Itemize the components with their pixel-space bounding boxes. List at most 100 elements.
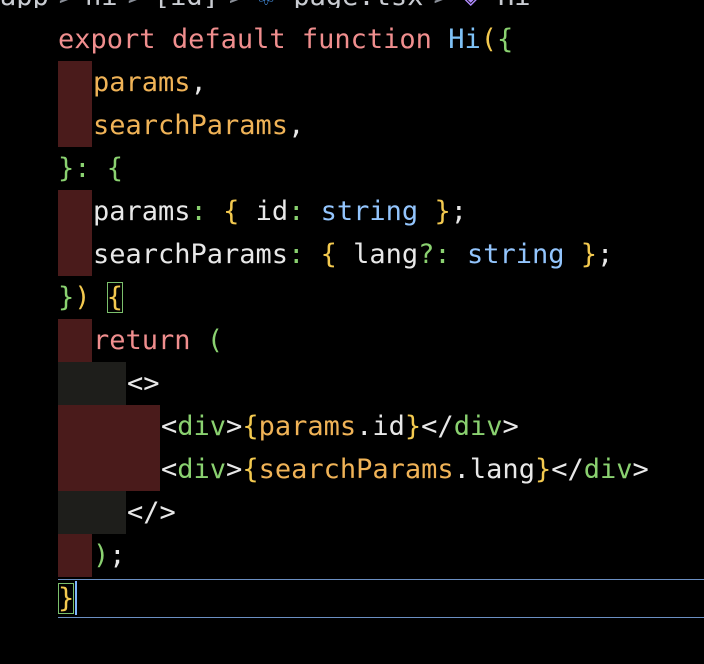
- breadcrumb: app>hi>[id]>⚛ page.tsx>◈ Hi: [0, 0, 704, 8]
- breadcrumb-separator: >: [49, 0, 85, 8]
- code-token: div: [177, 454, 227, 485]
- code-line[interactable]: searchParams,: [0, 104, 704, 147]
- breadcrumb-separator: >: [118, 0, 154, 8]
- code-token: id: [239, 196, 289, 227]
- indent-guide: [58, 233, 92, 276]
- code-token: searchParams: [93, 239, 289, 270]
- code-token: :: [288, 239, 305, 270]
- code-line[interactable]: params: { id: string };: [0, 190, 704, 233]
- code-token: <: [161, 454, 178, 485]
- code-text: <div>{params.id}</div>: [161, 405, 519, 448]
- code-token: string: [466, 239, 565, 270]
- indent-guide: [58, 448, 92, 491]
- code-line[interactable]: params,: [0, 61, 704, 104]
- code-text: </>: [127, 491, 176, 534]
- breadcrumb-item-file[interactable]: page.tsx: [293, 0, 423, 8]
- code-token: (: [480, 24, 497, 55]
- indent-guide: [58, 405, 92, 448]
- indent-guide: [58, 319, 92, 362]
- code-token: div: [177, 411, 227, 442]
- code-token: </: [421, 411, 454, 442]
- code-editor[interactable]: export default function Hi({params, searc…: [0, 18, 704, 664]
- code-line[interactable]: }: {: [0, 147, 704, 190]
- react-icon: ⚛: [255, 0, 277, 8]
- code-token: </>: [127, 497, 176, 528]
- code-token: <>: [127, 368, 160, 399]
- breadcrumb-item-hi[interactable]: hi: [85, 0, 118, 8]
- code-line[interactable]: <>: [0, 362, 704, 405]
- indent-guide: [58, 491, 92, 534]
- code-token: .: [453, 454, 470, 485]
- code-line[interactable]: searchParams: { lang?: string };: [0, 233, 704, 276]
- code-token: (: [206, 325, 224, 356]
- code-token: params: [93, 196, 191, 227]
- code-token: }: [404, 411, 422, 442]
- code-token: :: [288, 196, 305, 227]
- breadcrumb-item-app[interactable]: app: [0, 0, 49, 8]
- code-text: <div>{searchParams.lang}</div>: [161, 448, 649, 491]
- breadcrumb-item-symbol[interactable]: Hi: [498, 0, 531, 8]
- breadcrumb-separator: >: [219, 0, 255, 8]
- code-line[interactable]: );: [0, 534, 704, 577]
- code-token: div: [453, 411, 503, 442]
- indent-guide: [58, 104, 92, 147]
- code-token: searchParams: [258, 454, 454, 485]
- code-token: ;: [109, 540, 126, 571]
- code-line[interactable]: <div>{searchParams.lang}</div>: [0, 448, 704, 491]
- indent-guide: [58, 190, 92, 233]
- code-text: searchParams,: [93, 104, 304, 147]
- code-token: export: [58, 24, 156, 55]
- code-token: ?:: [418, 239, 451, 270]
- code-token: >: [502, 411, 519, 442]
- code-token: ,: [288, 110, 305, 141]
- code-text: }) {: [58, 276, 124, 319]
- code-token: ): [74, 282, 91, 313]
- code-line[interactable]: export default function Hi({: [0, 18, 704, 61]
- code-token: {: [242, 454, 259, 485]
- code-token: {: [320, 239, 337, 270]
- code-token: ;: [450, 196, 467, 227]
- indent-guide: [92, 405, 126, 448]
- indent-guide: [58, 534, 92, 577]
- current-line-highlight: [58, 579, 704, 618]
- code-token: {: [106, 153, 124, 184]
- code-text: <>: [127, 362, 160, 405]
- code-token: .: [356, 411, 373, 442]
- code-token: ,: [190, 67, 207, 98]
- code-line[interactable]: <div>{params.id}</div>: [0, 405, 704, 448]
- code-token: ): [93, 540, 110, 571]
- code-token: searchParams: [93, 110, 289, 141]
- code-line[interactable]: }) {: [0, 276, 704, 319]
- code-token: }: [58, 153, 75, 184]
- code-token: ;: [597, 239, 614, 270]
- indent-guide: [92, 448, 126, 491]
- cube-icon: ◈: [460, 0, 482, 8]
- code-token: default: [171, 24, 286, 55]
- code-token: :: [74, 153, 91, 184]
- code-line[interactable]: return (: [0, 319, 704, 362]
- code-text: export default function Hi({: [58, 18, 513, 61]
- breadcrumb-item-id[interactable]: [id]: [154, 0, 219, 8]
- text-caret: [75, 581, 77, 615]
- code-token: div: [583, 454, 633, 485]
- code-token: Hi: [448, 24, 481, 55]
- code-token: return: [93, 325, 191, 356]
- code-token: <: [161, 411, 178, 442]
- breadcrumb-separator: >: [423, 0, 459, 8]
- indent-guide: [126, 405, 160, 448]
- code-text: return (: [93, 319, 223, 362]
- code-text: }: {: [58, 147, 123, 190]
- code-token: >: [632, 454, 649, 485]
- code-line[interactable]: </>: [0, 491, 704, 534]
- code-token: >: [226, 411, 243, 442]
- code-token: {: [242, 411, 259, 442]
